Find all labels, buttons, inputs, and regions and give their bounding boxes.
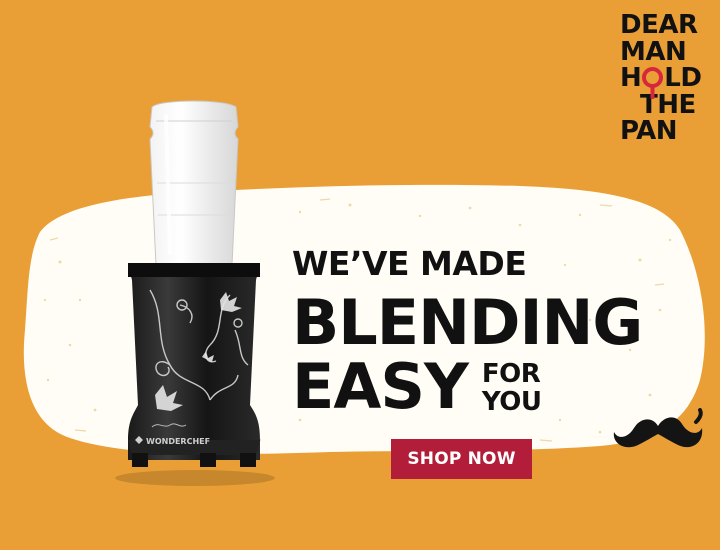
- brand-line-dear: DEAR: [620, 10, 698, 40]
- headline-for: FOR: [481, 359, 541, 389]
- magnifier-icon: [642, 67, 664, 99]
- brand-line-hold: H LD: [620, 65, 712, 99]
- wonderchef-logo-icon: WONDERCHEF: [135, 436, 210, 446]
- blender-product-image[interactable]: WONDERCHEF: [110, 95, 280, 490]
- headline-line-2: BLENDING: [292, 286, 643, 359]
- headline-for-you: FOR YOU: [482, 360, 542, 416]
- wonderchef-logo-text: WONDERCHEF: [146, 437, 210, 446]
- headline-line-3: EASY FOR YOU: [292, 354, 642, 420]
- headline: WE’VE MADE BLENDING EASY FOR YOU: [292, 244, 643, 420]
- headline-easy: EASY: [292, 350, 469, 423]
- brand-line-the: THE: [640, 89, 696, 120]
- brand-logo[interactable]: DEAR MAN H LD THE PAN: [620, 12, 712, 145]
- headline-line-1: WE’VE MADE: [292, 244, 527, 283]
- brand-line-man: MAN: [620, 36, 687, 67]
- mustache-icon: [613, 408, 703, 448]
- headline-you: YOU: [481, 387, 542, 417]
- brand-line-pan: PAN: [620, 116, 678, 146]
- shop-now-button[interactable]: SHOP NOW: [391, 439, 532, 479]
